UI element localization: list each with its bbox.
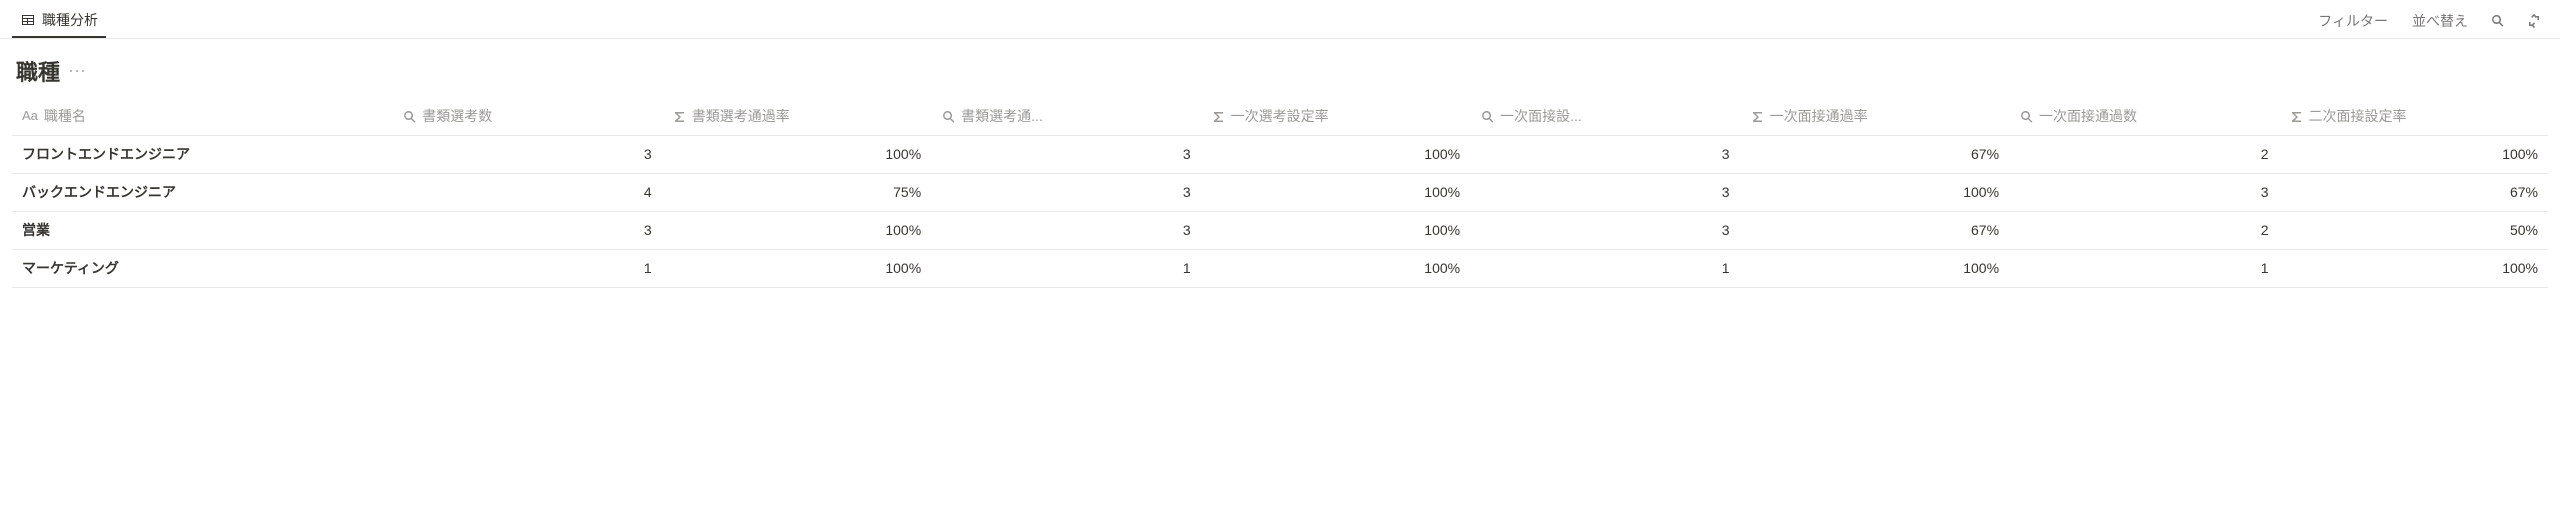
rollup-icon	[1480, 109, 1494, 123]
column-header[interactable]: 一次面接通過数	[2009, 97, 2278, 135]
data-cell[interactable]: 100%	[662, 249, 931, 287]
page-title: 職種	[16, 55, 60, 87]
table-body: フロントエンドエンジニア3100%3100%367%2100%バックエンドエンジ…	[12, 135, 2548, 287]
column-label: 一次面接通過率	[1770, 106, 1868, 126]
sort-button[interactable]: 並べ替え	[2404, 7, 2476, 35]
data-cell[interactable]: 1	[2009, 249, 2278, 287]
formula-icon	[1750, 109, 1764, 123]
data-cell[interactable]: 2	[2009, 211, 2278, 249]
column-label: 二次面接設定率	[2309, 106, 2407, 126]
column-header[interactable]: 一次面接設...	[1470, 97, 1739, 135]
column-label: 書類選考通過率	[692, 106, 790, 126]
column-header[interactable]: 書類選考通...	[931, 97, 1200, 135]
view-tab[interactable]: 職種分析	[12, 4, 106, 38]
title-more-button[interactable]: ⋯	[68, 62, 86, 80]
data-cell[interactable]: 100%	[2279, 135, 2548, 173]
toolbar-left: 職種分析	[12, 4, 106, 38]
column-header[interactable]: 一次選考設定率	[1201, 97, 1470, 135]
table-wrap: Aa 職種名 書類選考数 書類選考通過率 書類選考通... 一次選考設定率 一次面接設...…	[12, 97, 2548, 288]
rollup-icon	[941, 109, 955, 123]
data-cell[interactable]: 75%	[662, 173, 931, 211]
data-cell[interactable]: 100%	[1201, 211, 1470, 249]
data-cell[interactable]: 1	[1470, 249, 1739, 287]
column-label: 一次選考設定率	[1231, 106, 1329, 126]
column-header[interactable]: 書類選考通過率	[662, 97, 931, 135]
table-header-row: Aa 職種名 書類選考数 書類選考通過率 書類選考通... 一次選考設定率 一次面接設...…	[12, 97, 2548, 135]
expand-button[interactable]	[2520, 7, 2548, 35]
title-row: 職種 ⋯	[12, 49, 2548, 97]
column-header[interactable]: Aa 職種名	[12, 97, 392, 135]
data-cell[interactable]: 100%	[662, 211, 931, 249]
data-cell[interactable]: 67%	[1740, 211, 2009, 249]
data-cell[interactable]: 100%	[662, 135, 931, 173]
table-row[interactable]: マーケティング1100%1100%1100%1100%	[12, 249, 2548, 287]
formula-icon	[672, 109, 686, 123]
data-table: Aa 職種名 書類選考数 書類選考通過率 書類選考通... 一次選考設定率 一次面接設...…	[12, 97, 2548, 288]
data-cell[interactable]: 1	[392, 249, 661, 287]
column-label: 書類選考通...	[961, 106, 1043, 126]
data-cell[interactable]: 100%	[1740, 173, 2009, 211]
data-cell[interactable]: 67%	[2279, 173, 2548, 211]
table-row[interactable]: 営業3100%3100%367%250%	[12, 211, 2548, 249]
data-cell[interactable]: 67%	[1740, 135, 2009, 173]
search-button[interactable]	[2484, 7, 2512, 35]
toolbar: 職種分析 フィルター 並べ替え	[0, 0, 2560, 38]
filter-button[interactable]: フィルター	[2310, 7, 2396, 35]
table-icon	[20, 12, 36, 28]
data-cell[interactable]: 3	[392, 211, 661, 249]
formula-icon	[1211, 109, 1225, 123]
column-label: 職種名	[44, 106, 86, 126]
data-cell[interactable]: 4	[392, 173, 661, 211]
sort-label: 並べ替え	[2412, 11, 2468, 31]
table-row[interactable]: バックエンドエンジニア475%3100%3100%367%	[12, 173, 2548, 211]
title-type-icon: Aa	[22, 108, 38, 123]
rollup-icon	[402, 109, 416, 123]
toolbar-right: フィルター 並べ替え	[2310, 7, 2548, 35]
column-header[interactable]: 二次面接設定率	[2279, 97, 2548, 135]
data-cell[interactable]: 3	[2009, 173, 2278, 211]
data-cell[interactable]: 100%	[2279, 249, 2548, 287]
search-icon	[2490, 13, 2506, 29]
column-header[interactable]: 書類選考数	[392, 97, 661, 135]
row-name-cell[interactable]: マーケティング	[12, 249, 392, 287]
data-cell[interactable]: 100%	[1201, 249, 1470, 287]
data-cell[interactable]: 100%	[1201, 173, 1470, 211]
data-cell[interactable]: 3	[392, 135, 661, 173]
row-name-cell[interactable]: 営業	[12, 211, 392, 249]
data-cell[interactable]: 1	[931, 249, 1200, 287]
table-row[interactable]: フロントエンドエンジニア3100%3100%367%2100%	[12, 135, 2548, 173]
column-label: 一次面接通過数	[2039, 106, 2137, 126]
data-cell[interactable]: 3	[1470, 211, 1739, 249]
view-tab-label: 職種分析	[42, 10, 98, 30]
formula-icon	[2289, 109, 2303, 123]
data-cell[interactable]: 3	[1470, 173, 1739, 211]
row-name-cell[interactable]: バックエンドエンジニア	[12, 173, 392, 211]
row-name-cell[interactable]: フロントエンドエンジニア	[12, 135, 392, 173]
data-cell[interactable]: 3	[931, 173, 1200, 211]
data-cell[interactable]: 2	[2009, 135, 2278, 173]
column-label: 一次面接設...	[1500, 106, 1582, 126]
filter-label: フィルター	[2318, 11, 2388, 31]
data-cell[interactable]: 50%	[2279, 211, 2548, 249]
content: 職種 ⋯ Aa 職種名 書類選考数 書類選考通過率 書類選考通... 一次選考設定率 一次面…	[0, 39, 2560, 288]
expand-icon	[2526, 13, 2542, 29]
column-header[interactable]: 一次面接通過率	[1740, 97, 2009, 135]
data-cell[interactable]: 3	[1470, 135, 1739, 173]
data-cell[interactable]: 3	[931, 135, 1200, 173]
column-label: 書類選考数	[422, 106, 492, 126]
data-cell[interactable]: 3	[931, 211, 1200, 249]
rollup-icon	[2019, 109, 2033, 123]
data-cell[interactable]: 100%	[1740, 249, 2009, 287]
data-cell[interactable]: 100%	[1201, 135, 1470, 173]
